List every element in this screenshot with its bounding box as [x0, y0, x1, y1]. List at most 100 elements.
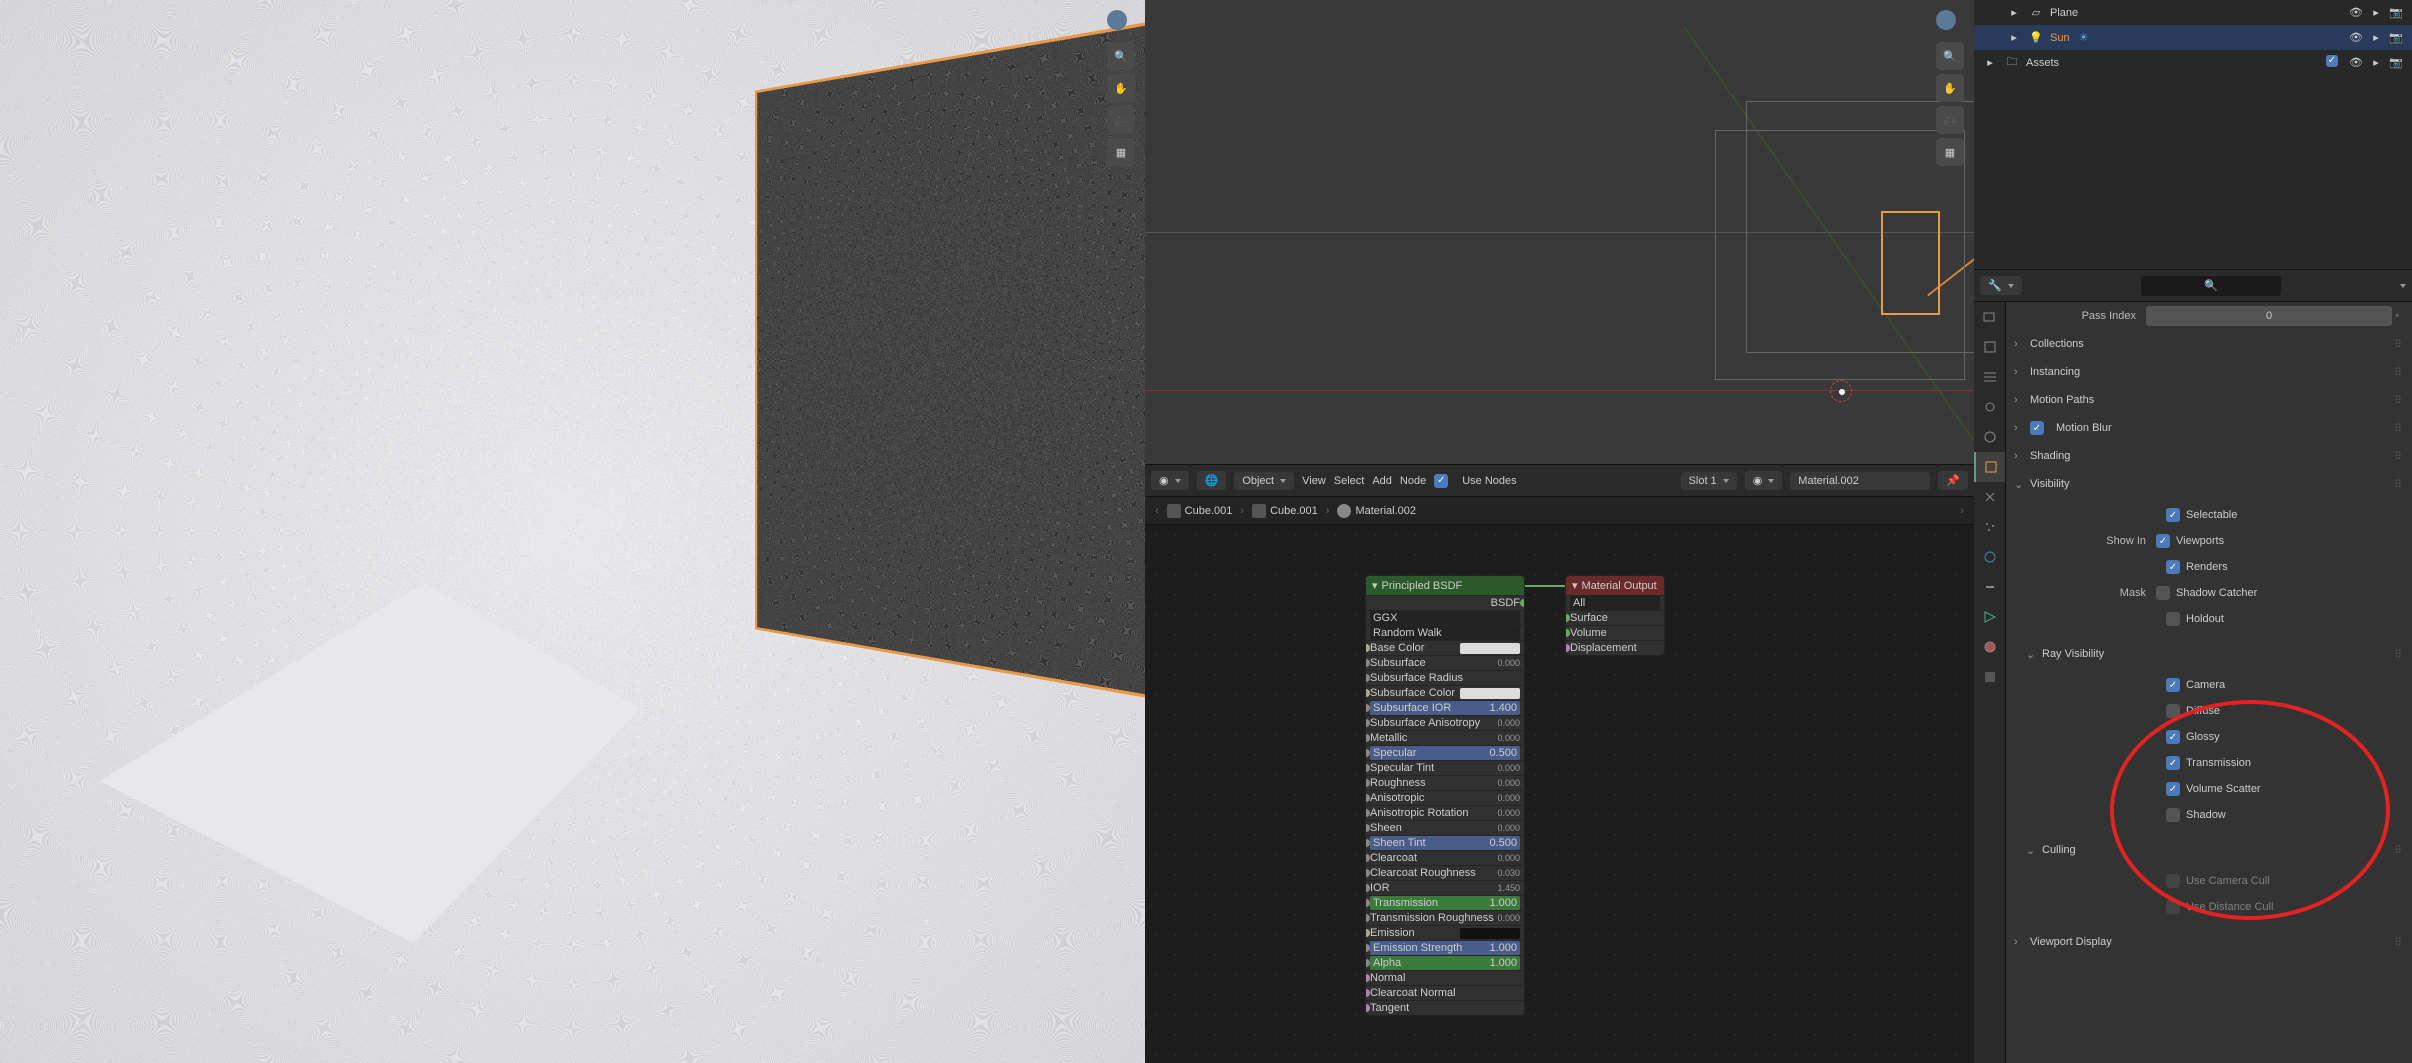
outliner-item-assets[interactable]: ▸🗀 Assets 👁▸📷	[1974, 50, 2412, 75]
menu-node[interactable]: Node	[1400, 475, 1426, 487]
subsurface-ior-slider[interactable]: Subsurface IOR1.400	[1370, 701, 1520, 715]
breadcrumb-mesh[interactable]: Cube.001	[1252, 504, 1318, 518]
shadow-catcher-checkbox[interactable]	[2156, 586, 2170, 600]
panel-shading[interactable]: ›Shading⠿	[2006, 442, 2412, 470]
options-dropdown[interactable]	[2400, 284, 2406, 288]
volume-input[interactable]: Volume	[1570, 627, 1607, 639]
properties-search[interactable]: 🔍	[2141, 276, 2281, 296]
panel-motion-blur[interactable]: ›Motion Blur⠿	[2006, 414, 2412, 442]
outliner-item-sun[interactable]: ▸💡 Sun ☀ 👁▸📷	[1974, 25, 2412, 50]
zoom-icon[interactable]: 🔍	[1107, 42, 1135, 70]
viewports-checkbox[interactable]	[2156, 534, 2170, 548]
alpha-slider[interactable]: Alpha1.000	[1370, 956, 1520, 970]
selectable-checkbox[interactable]	[2166, 508, 2180, 522]
normal-label[interactable]: Normal	[1370, 972, 1405, 984]
subsurface-label[interactable]: Subsurface	[1370, 657, 1426, 669]
motion-blur-enable[interactable]	[2030, 421, 2044, 435]
camera-icon[interactable]: 🎥	[1936, 106, 1964, 134]
rendered-viewport[interactable]: 🔍 ✋ 🎥 ▦	[0, 0, 1145, 1063]
cursor-icon[interactable]: ▸	[2368, 30, 2384, 46]
aniso-rot-label[interactable]: Anisotropic Rotation	[1370, 807, 1468, 819]
nav-gizmo[interactable]	[1107, 10, 1127, 30]
renders-checkbox[interactable]	[2166, 560, 2180, 574]
sheen-label[interactable]: Sheen	[1370, 822, 1402, 834]
clearcoat-normal-label[interactable]: Clearcoat Normal	[1370, 987, 1456, 999]
nav-gizmo[interactable]	[1936, 10, 1956, 30]
cursor-icon[interactable]: ▸	[2368, 55, 2384, 71]
specular-slider[interactable]: Specular0.500	[1370, 746, 1520, 760]
tab-data[interactable]	[1974, 602, 2005, 632]
anisotropic-label[interactable]: Anisotropic	[1370, 792, 1424, 804]
breadcrumb-nav-left-icon[interactable]: ‹	[1155, 505, 1159, 517]
render-icon[interactable]: 📷	[2388, 55, 2404, 71]
outliner[interactable]: ▸▱ Plane 👁▸📷 ▸💡 Sun ☀ 👁▸📷 ▸🗀 Assets 👁▸📷	[1974, 0, 2412, 270]
distribution-dropdown[interactable]: GGX	[1370, 611, 1520, 625]
ior-label[interactable]: IOR	[1370, 882, 1390, 894]
node-canvas[interactable]: ▾Principled BSDF BSDF GGX Random Walk Ba…	[1145, 525, 1974, 1063]
tab-particles[interactable]	[1974, 512, 2005, 542]
ray-camera-checkbox[interactable]	[2166, 678, 2180, 692]
emission-swatch[interactable]	[1460, 928, 1520, 939]
menu-select[interactable]: Select	[1334, 475, 1365, 487]
zoom-icon[interactable]: 🔍	[1936, 42, 1964, 70]
cursor-icon[interactable]: ▸	[2368, 5, 2384, 21]
editor-type-dropdown[interactable]: ◉	[1151, 471, 1189, 490]
camera-icon[interactable]: 🎥	[1107, 106, 1135, 134]
properties-editor-type[interactable]: 🔧	[1980, 276, 2022, 295]
eye-icon[interactable]: 👁	[2348, 5, 2364, 21]
material-name-field[interactable]: Material.002	[1790, 472, 1930, 490]
animate-property-icon[interactable]: •	[2392, 310, 2402, 322]
pass-index-field[interactable]: 0	[2146, 306, 2392, 326]
panel-viewport-display[interactable]: ›Viewport Display⠿	[2006, 928, 2412, 956]
specular-tint-label[interactable]: Specular Tint	[1370, 762, 1434, 774]
pin-icon[interactable]: 📌	[1938, 471, 1968, 490]
shader-type-dropdown[interactable]: 🌐	[1197, 471, 1227, 490]
3d-viewport[interactable]: 🔍 ✋ 🎥 ▦	[1145, 0, 1974, 464]
subsurface-method-dropdown[interactable]: Random Walk	[1370, 626, 1520, 640]
breadcrumb-nav-right-icon[interactable]: ›	[1960, 505, 1964, 517]
roughness-label[interactable]: Roughness	[1370, 777, 1426, 789]
use-nodes-checkbox[interactable]	[1434, 474, 1448, 488]
tab-output[interactable]	[1974, 332, 2005, 362]
eye-icon[interactable]: 👁	[2348, 30, 2364, 46]
breadcrumb-material[interactable]: Material.002	[1337, 504, 1416, 518]
principled-bsdf-node[interactable]: ▾Principled BSDF BSDF GGX Random Walk Ba…	[1365, 575, 1525, 1016]
tab-modifiers[interactable]	[1974, 482, 2005, 512]
exclude-checkbox[interactable]	[2326, 55, 2338, 67]
output-target-dropdown[interactable]: All	[1570, 596, 1660, 610]
outliner-item-plane[interactable]: ▸▱ Plane 👁▸📷	[1974, 0, 2412, 25]
transmission-roughness-label[interactable]: Transmission Roughness	[1370, 912, 1494, 924]
menu-view[interactable]: View	[1302, 475, 1326, 487]
tab-object[interactable]	[1974, 452, 2005, 482]
subsurface-aniso-label[interactable]: Subsurface Anisotropy	[1370, 717, 1480, 729]
material-output-node[interactable]: ▾Material Output All Surface Volume Disp…	[1565, 575, 1665, 656]
slot-dropdown[interactable]: Slot 1	[1681, 472, 1737, 490]
tab-physics[interactable]	[1974, 542, 2005, 572]
tab-texture[interactable]	[1974, 662, 2005, 692]
menu-add[interactable]: Add	[1372, 475, 1392, 487]
panel-collections[interactable]: ›Collections⠿	[2006, 330, 2412, 358]
pan-icon[interactable]: ✋	[1107, 74, 1135, 102]
perspective-icon[interactable]: ▦	[1936, 138, 1964, 166]
surface-input[interactable]: Surface	[1570, 612, 1608, 624]
displacement-input[interactable]: Displacement	[1570, 642, 1637, 654]
clearcoat-label[interactable]: Clearcoat	[1370, 852, 1417, 864]
transmission-slider[interactable]: Transmission1.000	[1370, 896, 1520, 910]
tab-world[interactable]	[1974, 422, 2005, 452]
sheen-tint-slider[interactable]: Sheen Tint0.500	[1370, 836, 1520, 850]
base-color-swatch[interactable]	[1460, 643, 1520, 654]
pan-icon[interactable]: ✋	[1936, 74, 1964, 102]
eye-icon[interactable]: 👁	[2348, 55, 2364, 71]
material-browse-icon[interactable]: ◉	[1745, 471, 1783, 490]
perspective-icon[interactable]: ▦	[1107, 138, 1135, 166]
tab-material[interactable]	[1974, 632, 2005, 662]
clearcoat-roughness-label[interactable]: Clearcoat Roughness	[1370, 867, 1476, 879]
panel-ray-visibility[interactable]: ⌄Ray Visibility⠿	[2006, 640, 2412, 668]
room-wireframe[interactable]	[1715, 130, 1965, 380]
object-mode-dropdown[interactable]: Object	[1234, 472, 1294, 490]
panel-motion-paths[interactable]: ›Motion Paths⠿	[2006, 386, 2412, 414]
emission-strength-slider[interactable]: Emission Strength1.000	[1370, 941, 1520, 955]
render-icon[interactable]: 📷	[2388, 5, 2404, 21]
render-icon[interactable]: 📷	[2388, 30, 2404, 46]
panel-instancing[interactable]: ›Instancing⠿	[2006, 358, 2412, 386]
